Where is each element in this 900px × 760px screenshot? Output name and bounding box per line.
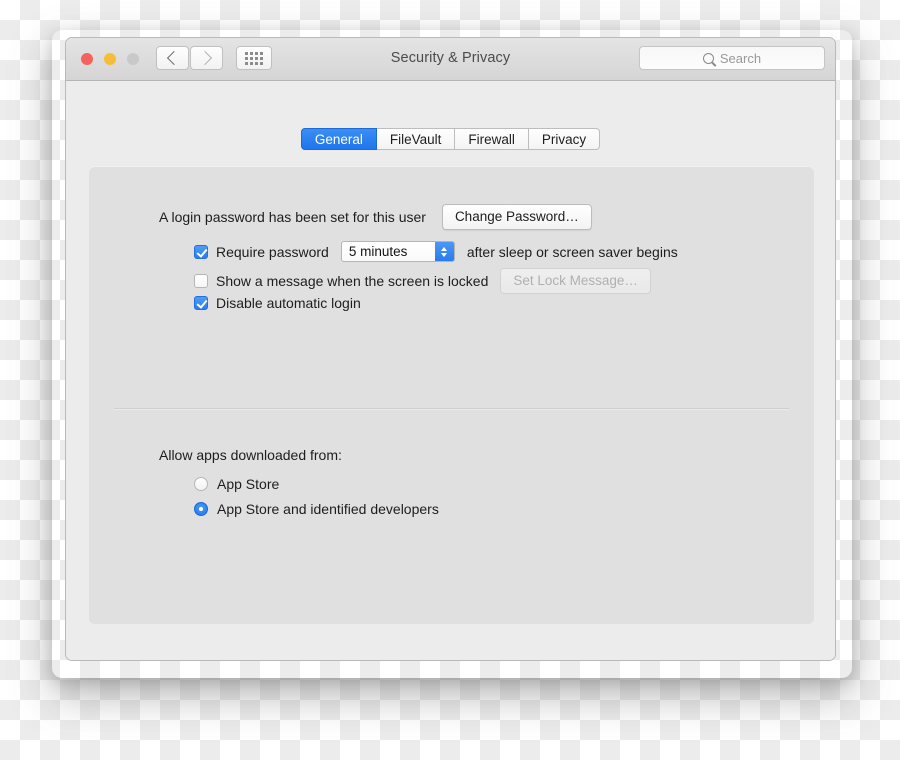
search-placeholder: Search [720, 51, 761, 66]
security-privacy-window: Security & Privacy Search General FileVa… [65, 37, 836, 661]
require-password-suffix-label: after sleep or screen saver begins [467, 244, 678, 260]
require-password-row: Require password 5 minutes after sleep o… [194, 241, 678, 262]
identified-developers-radio[interactable] [194, 502, 208, 516]
allow-apps-option-identified-developers[interactable]: App Store and identified developers [194, 501, 439, 517]
identified-developers-radio-label: App Store and identified developers [217, 501, 439, 517]
disable-automatic-login-label: Disable automatic login [216, 295, 361, 311]
chevron-down-icon [441, 253, 447, 257]
allow-apps-heading: Allow apps downloaded from: [159, 447, 342, 463]
search-icon [703, 53, 714, 64]
allow-apps-option-app-store[interactable]: App Store [194, 476, 279, 492]
show-lock-message-row: Show a message when the screen is locked… [194, 268, 651, 294]
change-password-button[interactable]: Change Password… [442, 204, 592, 230]
tab-filevault[interactable]: FileVault [377, 128, 456, 150]
window-body: General FileVault Firewall Privacy A log… [66, 81, 835, 661]
window-titlebar: Security & Privacy Search [66, 38, 835, 81]
stepper-arrows-icon[interactable] [435, 242, 454, 261]
require-password-checkbox[interactable] [194, 245, 208, 259]
show-lock-message-checkbox[interactable] [194, 274, 208, 288]
require-password-interval-value: 5 minutes [342, 244, 408, 259]
require-password-label: Require password [216, 244, 329, 260]
tab-privacy[interactable]: Privacy [529, 128, 600, 150]
tab-bar: General FileVault Firewall Privacy [66, 128, 835, 150]
general-settings-panel: A login password has been set for this u… [89, 166, 814, 624]
require-password-interval-popup[interactable]: 5 minutes [341, 241, 455, 262]
app-store-radio[interactable] [194, 477, 208, 491]
screenshot-canvas: Security & Privacy Search General FileVa… [0, 0, 900, 760]
set-lock-message-button[interactable]: Set Lock Message… [500, 268, 651, 294]
show-lock-message-label: Show a message when the screen is locked [216, 273, 488, 289]
app-store-radio-label: App Store [217, 476, 279, 492]
search-input[interactable]: Search [639, 46, 825, 70]
chevron-up-icon [441, 247, 447, 251]
login-status-text: A login password has been set for this u… [159, 209, 426, 225]
disable-automatic-login-checkbox[interactable] [194, 296, 208, 310]
tab-firewall[interactable]: Firewall [455, 128, 529, 150]
tab-general[interactable]: General [301, 128, 377, 150]
login-password-row: A login password has been set for this u… [159, 204, 592, 230]
section-divider [114, 408, 789, 409]
disable-automatic-login-row: Disable automatic login [194, 295, 361, 311]
